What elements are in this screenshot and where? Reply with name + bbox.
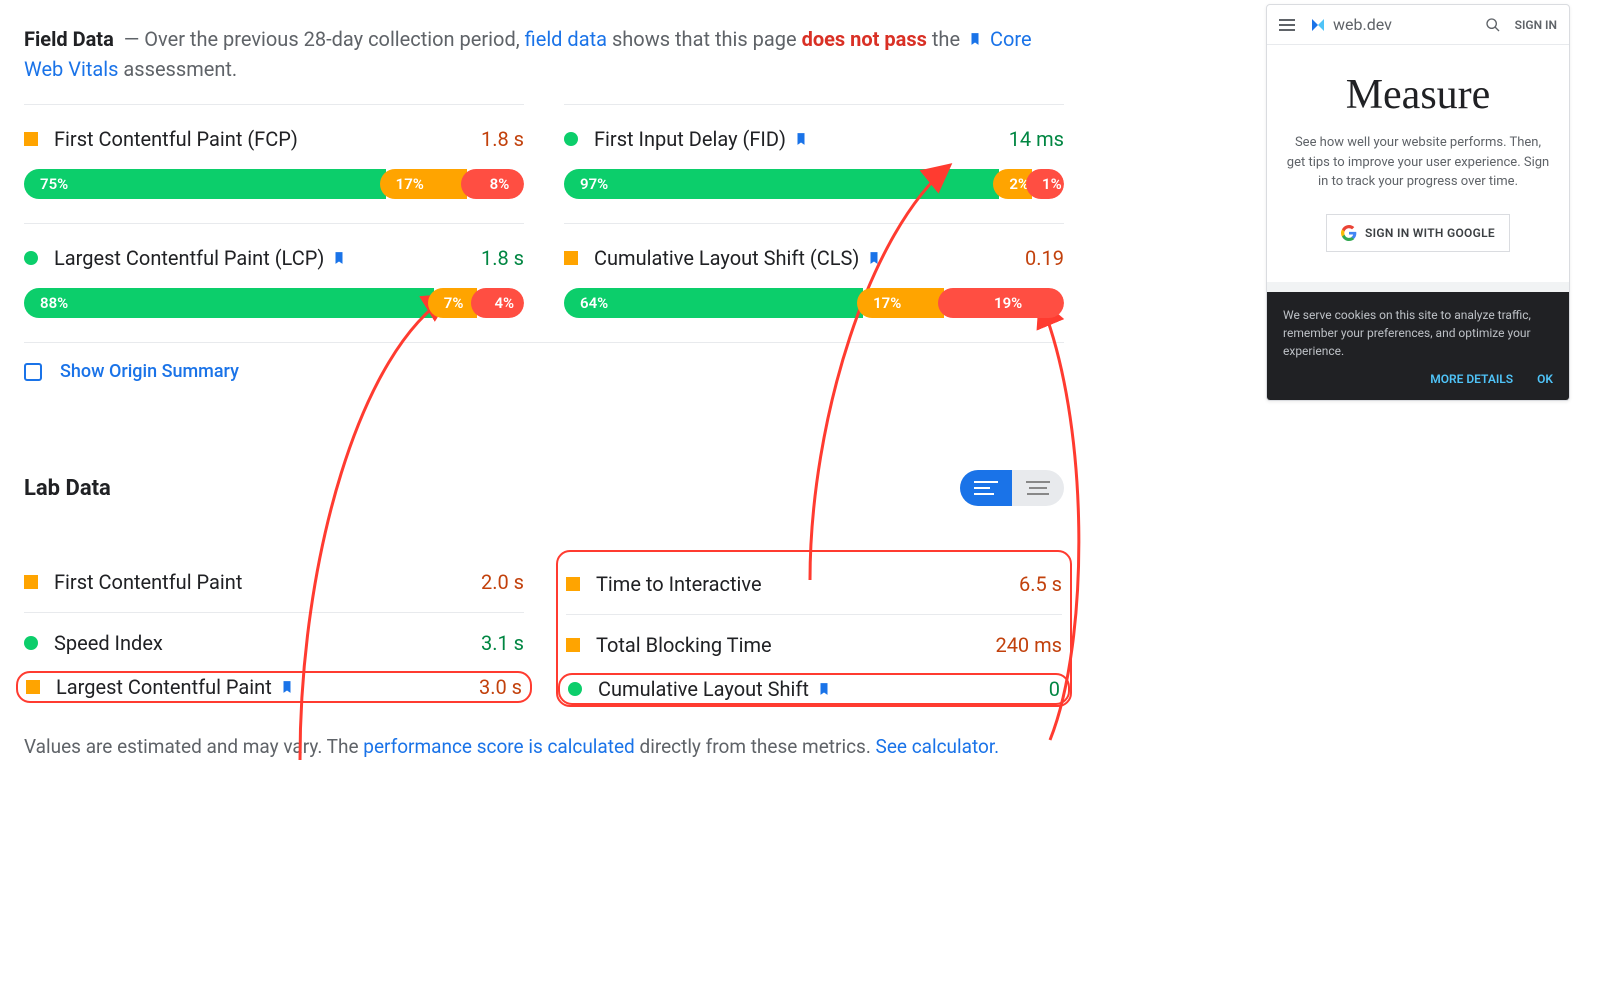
search-icon[interactable] [1485, 17, 1501, 33]
metric-fid-value: 14 ms [1009, 127, 1064, 151]
metric-lcp: Largest Contentful Paint (LCP) 1.8 s 88%… [24, 223, 524, 342]
lab-fcp-value: 2.0 s [481, 570, 524, 594]
metric-fcp: First Contentful Paint (FCP) 1.8 s 75% 1… [24, 104, 524, 223]
webdev-logo[interactable]: web.dev [1309, 15, 1392, 34]
status-square-icon [564, 251, 578, 265]
metric-lcp-bar: 88% 7% 4% [24, 288, 524, 318]
status-dot-icon [564, 132, 578, 146]
perf-score-link[interactable]: performance score is calculated [363, 735, 634, 758]
bookmark-icon [794, 132, 808, 148]
status-square-icon [566, 638, 580, 652]
field-data-header: Field Data — Over the previous 28-day co… [24, 24, 1064, 84]
cookie-banner: We serve cookies on this site to analyze… [1267, 292, 1569, 400]
lab-fcp: First Contentful Paint 2.0 s [24, 552, 524, 612]
lab-lcp: Largest Contentful Paint 3.0 s [16, 671, 532, 703]
metric-cls-name: Cumulative Layout Shift (CLS) [594, 246, 1025, 270]
status-square-icon [24, 575, 38, 589]
metric-cls-value: 0.19 [1025, 246, 1064, 270]
status-square-icon [566, 577, 580, 591]
checkbox-icon[interactable] [24, 363, 42, 381]
lab-tti-value: 6.5 s [1019, 572, 1062, 596]
lab-lcp-value: 3.0 s [479, 675, 522, 699]
lab-tbt-value: 240 ms [995, 633, 1062, 657]
measure-desc: See how well your website performs. Then… [1285, 133, 1551, 192]
status-square-icon [26, 680, 40, 694]
lab-data-title: Lab Data [24, 476, 111, 501]
bookmark-icon [867, 251, 881, 267]
metric-fid-bar: 97% 2% 1% [564, 169, 1064, 199]
lab-tbt: Total Blocking Time 240 ms [566, 614, 1062, 675]
lab-tti: Time to Interactive 6.5 s [566, 554, 1062, 614]
more-details-button[interactable]: MORE DETAILS [1430, 370, 1513, 388]
metric-cls: Cumulative Layout Shift (CLS) 0.19 64% 1… [564, 223, 1064, 342]
metric-lcp-value: 1.8 s [481, 246, 524, 270]
lab-si-value: 3.1 s [481, 631, 524, 655]
field-data-title: Field Data [24, 27, 114, 51]
pass-status: does not pass [802, 27, 927, 51]
lab-cls: Cumulative Layout Shift 0 [558, 673, 1070, 705]
show-origin-summary[interactable]: Show Origin Summary [24, 342, 1064, 400]
metric-cls-bar: 64% 17% 19% [564, 288, 1064, 318]
google-icon [1341, 225, 1357, 241]
metric-lcp-name: Largest Contentful Paint (LCP) [54, 246, 481, 270]
bookmark-icon [332, 251, 346, 267]
lab-footnote: Values are estimated and may vary. The p… [24, 733, 1064, 762]
field-data-link[interactable]: field data [525, 27, 607, 51]
status-square-icon [24, 132, 38, 146]
status-dot-icon [568, 682, 582, 696]
bookmark-icon [817, 682, 831, 698]
ok-button[interactable]: OK [1537, 370, 1553, 388]
see-calculator-link[interactable]: See calculator. [876, 735, 1000, 758]
metric-fid: First Input Delay (FID) 14 ms 97% 2% 1% [564, 104, 1064, 223]
status-dot-icon [24, 636, 38, 650]
bookmark-icon [280, 680, 294, 696]
view-toggle-list[interactable] [960, 470, 1012, 506]
signin-google-button[interactable]: SIGN IN WITH GOOGLE [1326, 214, 1510, 252]
hamburger-icon[interactable] [1279, 19, 1295, 31]
signin-link[interactable]: SIGN IN [1515, 18, 1557, 32]
lab-cls-value: 0 [1049, 677, 1060, 701]
show-origin-label: Show Origin Summary [60, 361, 239, 382]
bookmark-icon [968, 32, 982, 48]
phone-preview: web.dev SIGN IN Measure See how well you… [1266, 4, 1570, 401]
metric-fcp-value: 1.8 s [481, 127, 524, 151]
measure-heading: Measure [1285, 71, 1551, 119]
status-dot-icon [24, 251, 38, 265]
view-toggle[interactable] [960, 470, 1064, 506]
lab-si: Speed Index 3.1 s [24, 612, 524, 673]
metric-fid-name: First Input Delay (FID) [594, 127, 1009, 151]
metric-fcp-bar: 75% 17% 8% [24, 169, 524, 199]
view-toggle-compact[interactable] [1012, 470, 1064, 506]
metric-fcp-name: First Contentful Paint (FCP) [54, 127, 481, 151]
